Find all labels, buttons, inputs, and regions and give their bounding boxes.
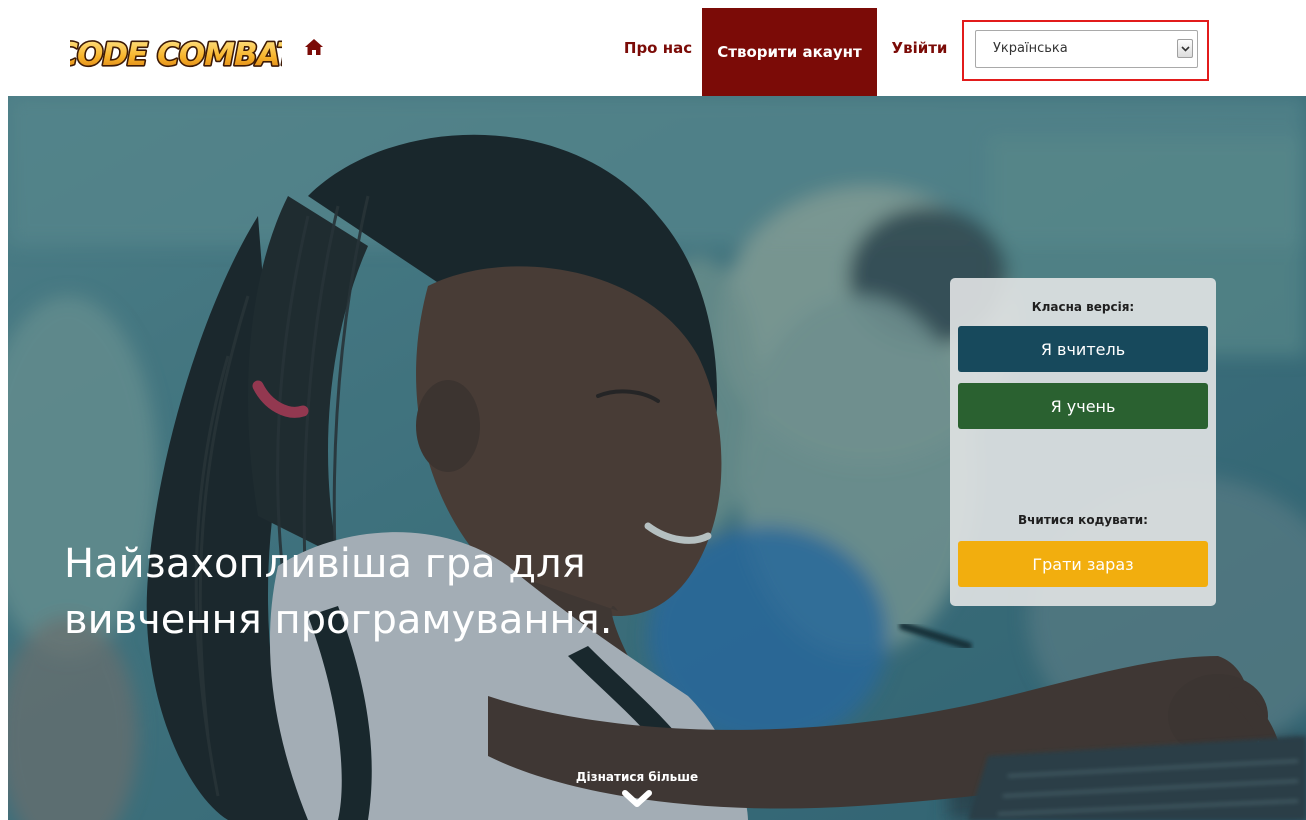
- home-icon[interactable]: [304, 37, 324, 57]
- play-now-button[interactable]: Грати зараз: [958, 541, 1208, 587]
- hero-section: Найзахопливіша гра для вивчення програму…: [8, 96, 1306, 820]
- learn-more-label: Дізнатися більше: [575, 770, 699, 784]
- site-header: CODE COMBAT Про нас Створити акаунт Увій…: [0, 0, 1306, 96]
- student-button[interactable]: Я учень: [958, 383, 1208, 429]
- cta-panel: Класна версія: Я вчитель Я учень Вчитися…: [950, 278, 1216, 606]
- hero-headline-line-1: Найзахопливіша гра для: [64, 541, 586, 587]
- language-selector-highlight: Українська: [962, 20, 1209, 81]
- teacher-button[interactable]: Я вчитель: [958, 326, 1208, 372]
- hero-headline: Найзахопливіша гра для вивчення програму…: [64, 536, 764, 648]
- logo-graphic: CODE COMBAT: [70, 35, 282, 74]
- nav-login[interactable]: Увійти: [877, 0, 962, 96]
- chevron-down-icon[interactable]: [1177, 39, 1193, 58]
- chevron-down-icon[interactable]: [622, 790, 652, 810]
- language-selected-value: Українська: [993, 41, 1068, 56]
- hero-headline-line-2: вивчення програмування.: [64, 597, 613, 643]
- nav-create-account[interactable]: Створити акаунт: [702, 8, 877, 96]
- codecombat-logo[interactable]: CODE COMBAT: [70, 26, 282, 76]
- logo-text: CODE COMBAT: [70, 37, 282, 73]
- nav-about[interactable]: Про нас: [614, 0, 702, 96]
- classroom-version-heading: Класна версія:: [1031, 300, 1135, 314]
- language-select[interactable]: Українська: [975, 30, 1198, 68]
- learn-more-link[interactable]: Дізнатися більше: [537, 770, 737, 810]
- learn-to-code-heading: Вчитися кодувати:: [1018, 513, 1148, 527]
